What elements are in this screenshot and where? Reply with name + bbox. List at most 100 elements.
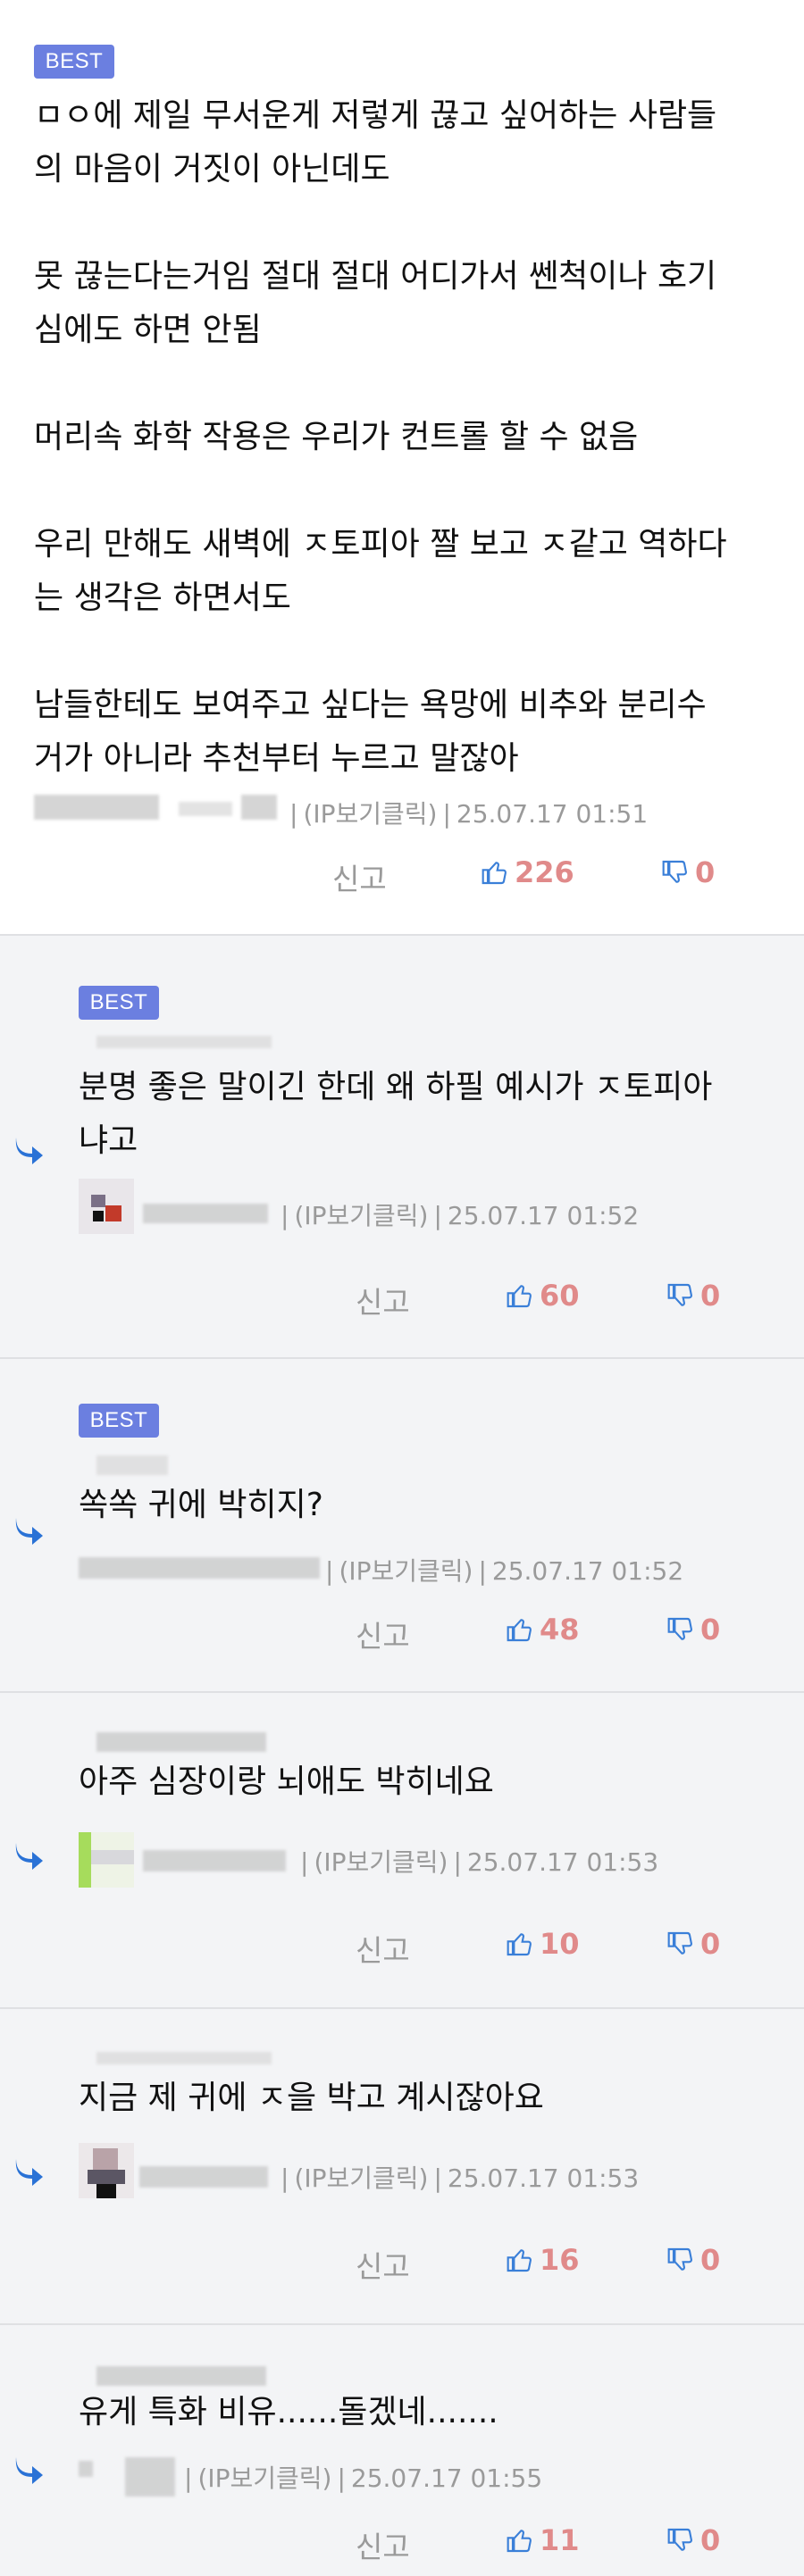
blurred-username <box>34 795 159 820</box>
like-count: 60 <box>540 1279 580 1313</box>
blurred-username <box>125 2457 175 2497</box>
dislike-count: 0 <box>700 2523 721 2557</box>
thumbs-up-icon <box>507 1285 532 1308</box>
dislike-button[interactable]: 0 <box>666 1613 720 1646</box>
reply-arrow-icon <box>15 1518 43 1545</box>
dislike-count: 0 <box>695 855 716 889</box>
blurred-username <box>179 802 232 816</box>
like-count: 48 <box>540 1613 580 1646</box>
thumbs-up-icon <box>507 2249 532 2272</box>
timestamp: 25.07.17 01:52 <box>447 1201 640 1230</box>
blurred-username <box>96 1455 168 1475</box>
comment-body: ㅁㅇ에 제일 무서운게 저렇게 끊고 싶어하는 사람들 의 마음이 거짓이 아닌… <box>34 89 784 786</box>
like-button[interactable]: 226 <box>481 855 574 889</box>
blurred-username <box>139 2166 268 2188</box>
ip-link[interactable]: (IP보기클릭) <box>303 799 437 829</box>
reply-item: 지금 제 귀에 ㅈ을 박고 계시잖아요 | (IP보기클릭) | 25.07.17 0… <box>0 2007 804 2323</box>
best-badge: BEST <box>34 45 114 79</box>
dislike-button[interactable]: 0 <box>666 1927 720 1961</box>
blurred-username <box>96 2052 272 2064</box>
like-button[interactable]: 11 <box>506 2523 580 2557</box>
thumbs-down-icon <box>667 2247 692 2271</box>
reply-text: 아주 심장이랑 뇌애도 박히네요 <box>79 1763 494 1800</box>
timestamp: 25.07.17 01:53 <box>466 1847 659 1877</box>
reply-text: 분명 좋은 말이긴 한데 왜 하필 예시가 ㅈ토피아 냐고 <box>79 1069 713 1159</box>
reply-arrow-icon <box>15 2457 43 2484</box>
dislike-count: 0 <box>700 1613 721 1646</box>
ip-link[interactable]: (IP보기클릭) <box>314 1847 448 1877</box>
ip-link[interactable]: (IP보기클릭) <box>339 1556 473 1586</box>
ip-link[interactable]: (IP보기클릭) <box>294 2163 428 2193</box>
like-count: 11 <box>540 2523 580 2557</box>
dislike-count: 0 <box>700 1927 721 1961</box>
timestamp: 25.07.17 01:51 <box>456 799 649 829</box>
reply-text: 지금 제 귀에 ㅈ을 박고 계시잖아요 <box>79 2080 544 2116</box>
blurred-username <box>96 2366 266 2386</box>
reply-item: 아주 심장이랑 뇌애도 박히네요 | (IP보기클릭) | 25.07.17 01:5… <box>0 1691 804 2007</box>
comment-paragraph: 머리속 화학 작용은 우리가 컨트롤 할 수 없음 <box>34 419 639 455</box>
timestamp: 25.07.17 01:55 <box>350 2463 543 2493</box>
like-count: 16 <box>540 2243 580 2277</box>
comment-paragraph: ㅁㅇ에 제일 무서운게 저렇게 끊고 싶어하는 사람들 의 마음이 거짓이 아닌… <box>34 97 717 188</box>
report-button[interactable]: 신고 <box>356 2243 410 2286</box>
reply-arrow-icon <box>15 2159 43 2186</box>
blurred-username <box>79 1557 320 1579</box>
like-button[interactable]: 60 <box>506 1279 580 1313</box>
comment-meta: | (IP보기클릭) | 25.07.17 01:55 <box>184 2463 543 2493</box>
avatar <box>79 2143 134 2198</box>
dislike-count: 0 <box>700 2243 721 2277</box>
report-button[interactable]: 신고 <box>332 855 387 898</box>
like-count: 226 <box>515 855 574 889</box>
comment-paragraph: 우리 만해도 새벽에 ㅈ토피아 짤 보고 ㅈ같고 역하다 는 생각은 하면서도 <box>34 526 727 616</box>
thumbs-down-icon <box>667 1617 692 1640</box>
best-badge: BEST <box>79 1404 159 1438</box>
thumbs-up-icon <box>507 1619 532 1642</box>
like-count: 10 <box>540 1927 580 1961</box>
comment-meta: | (IP보기클릭) | 25.07.17 01:52 <box>281 1201 640 1230</box>
thumbs-down-icon <box>667 2528 692 2551</box>
thumbs-down-icon <box>667 1283 692 1306</box>
reply-arrow-icon <box>15 1138 43 1164</box>
best-badge: BEST <box>79 986 159 1020</box>
thumbs-up-icon <box>507 2530 532 2553</box>
reply-arrow-icon <box>15 1843 43 1870</box>
ip-link[interactable]: (IP보기클릭) <box>197 2463 331 2493</box>
comment-meta: | (IP보기클릭) | 25.07.17 01:53 <box>281 2163 640 2193</box>
reply-text: 쏙쏙 귀에 박히지? <box>79 1487 323 1523</box>
report-button[interactable]: 신고 <box>356 2523 410 2566</box>
ip-link[interactable]: (IP보기클릭) <box>294 1201 428 1230</box>
report-button[interactable]: 신고 <box>356 1927 410 1970</box>
like-button[interactable]: 48 <box>506 1613 580 1646</box>
blurred-username <box>96 1036 272 1048</box>
report-button[interactable]: 신고 <box>356 1279 410 1321</box>
comment-meta: | (IP보기클릭) | 25.07.17 01:53 <box>300 1847 659 1877</box>
thumbs-down-icon <box>662 860 687 883</box>
thumbs-down-icon <box>667 1931 692 1955</box>
timestamp: 25.07.17 01:52 <box>491 1556 684 1586</box>
like-button[interactable]: 10 <box>506 1927 580 1961</box>
avatar <box>79 1179 134 1234</box>
like-button[interactable]: 16 <box>506 2243 580 2277</box>
dislike-button[interactable]: 0 <box>666 1279 720 1313</box>
blurred-username <box>241 795 277 820</box>
reply-text: 유게 특화 비유......돌겠네....... <box>79 2394 498 2430</box>
blurred-username <box>143 1204 268 1223</box>
thumbs-up-icon <box>507 1933 532 1956</box>
avatar <box>79 1832 134 1888</box>
thumbs-up-icon <box>482 862 507 885</box>
blurred-username <box>96 1732 266 1752</box>
reply-item: BEST 쏙쏙 귀에 박히지? | (IP보기클릭) | 25.07.17 01:52… <box>0 1357 804 1691</box>
blurred-username <box>79 2461 93 2477</box>
comment-paragraph: 남들한테도 보여주고 싶다는 욕망에 비추와 분리수 거가 아니라 추천부터 누… <box>34 687 707 777</box>
report-button[interactable]: 신고 <box>356 1613 410 1655</box>
dislike-button[interactable]: 0 <box>666 2243 720 2277</box>
dislike-button[interactable]: 0 <box>661 855 715 889</box>
blurred-username <box>143 1850 286 1872</box>
reply-item: 유게 특화 비유......돌겠네....... | (IP보기클릭) | 25.07… <box>0 2323 804 2576</box>
comment-paragraph: 못 끊는다는거임 절대 절대 어디가서 쎈척이나 호기 심에도 하면 안됨 <box>34 258 717 348</box>
timestamp: 25.07.17 01:53 <box>447 2163 640 2193</box>
comment-meta: | (IP보기클릭) | 25.07.17 01:52 <box>325 1556 684 1586</box>
reply-item: BEST 분명 좋은 말이긴 한데 왜 하필 예시가 ㅈ토피아 냐고 | (IP보… <box>0 934 804 1357</box>
comment-meta: | (IP보기클릭) | 25.07.17 01:51 <box>289 799 649 829</box>
dislike-button[interactable]: 0 <box>666 2523 720 2557</box>
